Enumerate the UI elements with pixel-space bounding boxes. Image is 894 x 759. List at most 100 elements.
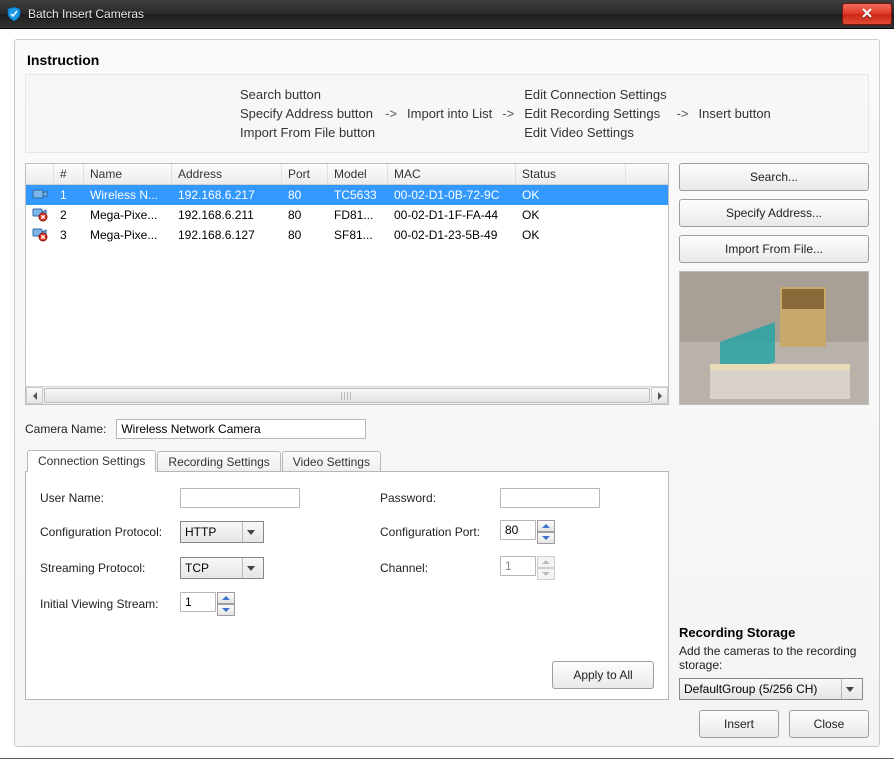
col-num[interactable]: # (54, 164, 84, 184)
config-port-down[interactable] (537, 532, 555, 544)
tab-video-settings[interactable]: Video Settings (282, 451, 381, 472)
chevron-up-icon (542, 560, 550, 564)
initial-viewing-stream-label: Initial Viewing Stream: (40, 597, 180, 611)
initial-viewing-stream-down[interactable] (217, 604, 235, 616)
cell-name: Wireless N... (84, 186, 172, 204)
col-port[interactable]: Port (282, 164, 328, 184)
camera-status-icon (32, 226, 48, 242)
specify-address-button[interactable]: Specify Address... (679, 199, 869, 227)
chevron-down-icon (542, 572, 550, 576)
batch-insert-cameras-window: Batch Insert Cameras Instruction Search … (0, 0, 894, 758)
chevron-up-icon (542, 524, 550, 528)
cell-num: 2 (54, 206, 84, 224)
channel-spinner (500, 556, 620, 580)
specify-address-label: Specify Address... (726, 206, 822, 220)
cell-port: 80 (282, 186, 328, 204)
arrow-icon: -> (677, 104, 699, 123)
cell-mac: 00-02-D1-0B-72-9C (388, 186, 516, 204)
config-port-spinner[interactable] (500, 520, 620, 544)
search-button[interactable]: Search... (679, 163, 869, 191)
apply-to-all-button[interactable]: Apply to All (552, 661, 654, 689)
config-port-up[interactable] (537, 520, 555, 532)
channel-label: Channel: (380, 561, 500, 575)
titlebar: Batch Insert Cameras (0, 0, 894, 29)
channel-input (500, 556, 536, 576)
import-from-file-button[interactable]: Import From File... (679, 235, 869, 263)
instruction-box: Search button Edit Connection Settings S… (25, 74, 869, 153)
initial-viewing-stream-spinner[interactable] (180, 592, 320, 616)
initial-viewing-stream-input[interactable] (180, 592, 216, 612)
config-port-label: Configuration Port: (380, 525, 500, 539)
camera-name-input[interactable] (116, 419, 366, 439)
arrow-icon: -> (502, 104, 524, 123)
streaming-protocol-value: TCP (185, 561, 209, 575)
instruction-text: Import into List (407, 104, 502, 123)
cell-status: OK (516, 206, 626, 224)
cell-address: 192.168.6.127 (172, 226, 282, 244)
channel-up (537, 556, 555, 568)
instruction-text: Import From File button (240, 123, 385, 142)
cell-status: OK (516, 186, 626, 204)
initial-viewing-stream-up[interactable] (217, 592, 235, 604)
config-protocol-label: Configuration Protocol: (40, 525, 180, 539)
chevron-up-icon (222, 596, 230, 600)
dialog-panel: Instruction Search button Edit Connectio… (14, 39, 880, 747)
col-name[interactable]: Name (84, 164, 172, 184)
cell-name: Mega-Pixe... (84, 206, 172, 224)
chevron-down-icon (542, 536, 550, 540)
cell-model: TC5633 (328, 186, 388, 204)
camera-list-header: # Name Address Port Model MAC Status (26, 164, 668, 185)
chevron-down-icon (222, 608, 230, 612)
recording-storage-desc: Add the cameras to the recording storage… (679, 644, 869, 672)
password-label: Password: (380, 491, 500, 505)
settings-tabstrip: Connection Settings Recording Settings V… (27, 449, 669, 471)
user-name-label: User Name: (40, 491, 180, 505)
chevron-down-icon (242, 522, 259, 542)
cell-status: OK (516, 226, 626, 244)
instruction-text: Edit Recording Settings (524, 104, 676, 123)
table-row[interactable]: 2Mega-Pixe...192.168.6.21180FD81...00-02… (26, 205, 668, 225)
cell-model: FD81... (328, 206, 388, 224)
instruction-text: Edit Connection Settings (524, 85, 676, 104)
cell-num: 3 (54, 226, 84, 244)
col-status[interactable]: Status (516, 164, 626, 184)
cell-num: 1 (54, 186, 84, 204)
config-protocol-combo[interactable]: HTTP (180, 521, 264, 543)
import-from-file-label: Import From File... (725, 242, 823, 256)
config-port-input[interactable] (500, 520, 536, 540)
recording-storage-combo[interactable]: DefaultGroup (5/256 CH) (679, 678, 863, 700)
window-close-button[interactable] (842, 3, 892, 25)
close-button-label: Close (814, 717, 845, 731)
scroll-thumb[interactable] (44, 388, 650, 403)
camera-list[interactable]: # Name Address Port Model MAC Status 1Wi… (25, 163, 669, 405)
camera-preview (679, 271, 869, 405)
user-name-input[interactable] (180, 488, 300, 508)
horizontal-scrollbar[interactable] (26, 386, 668, 404)
scroll-left-button[interactable] (26, 387, 43, 404)
chevron-down-icon (841, 679, 858, 699)
password-input[interactable] (500, 488, 600, 508)
apply-to-all-label: Apply to All (573, 668, 632, 682)
instruction-text: Edit Video Settings (524, 123, 676, 142)
window-title: Batch Insert Cameras (28, 7, 144, 21)
cell-mac: 00-02-D1-1F-FA-44 (388, 206, 516, 224)
chevron-left-icon (33, 392, 37, 400)
scroll-track[interactable] (43, 387, 651, 404)
scroll-right-button[interactable] (651, 387, 668, 404)
insert-button[interactable]: Insert (699, 710, 779, 738)
camera-status-icon (32, 206, 48, 222)
table-row[interactable]: 3Mega-Pixe...192.168.6.12780SF81...00-02… (26, 225, 668, 245)
tab-recording-settings[interactable]: Recording Settings (157, 451, 280, 472)
table-row[interactable]: 1Wireless N...192.168.6.21780TC563300-02… (26, 185, 668, 205)
streaming-protocol-combo[interactable]: TCP (180, 557, 264, 579)
close-button[interactable]: Close (789, 710, 869, 738)
col-mac[interactable]: MAC (388, 164, 516, 184)
col-address[interactable]: Address (172, 164, 282, 184)
camera-name-label: Camera Name: (25, 422, 106, 436)
col-model[interactable]: Model (328, 164, 388, 184)
tab-connection-settings[interactable]: Connection Settings (27, 450, 156, 472)
close-icon (861, 7, 873, 21)
instruction-text: Specify Address button (240, 104, 385, 123)
recording-storage-heading: Recording Storage (679, 625, 869, 640)
instruction-heading: Instruction (27, 52, 867, 68)
